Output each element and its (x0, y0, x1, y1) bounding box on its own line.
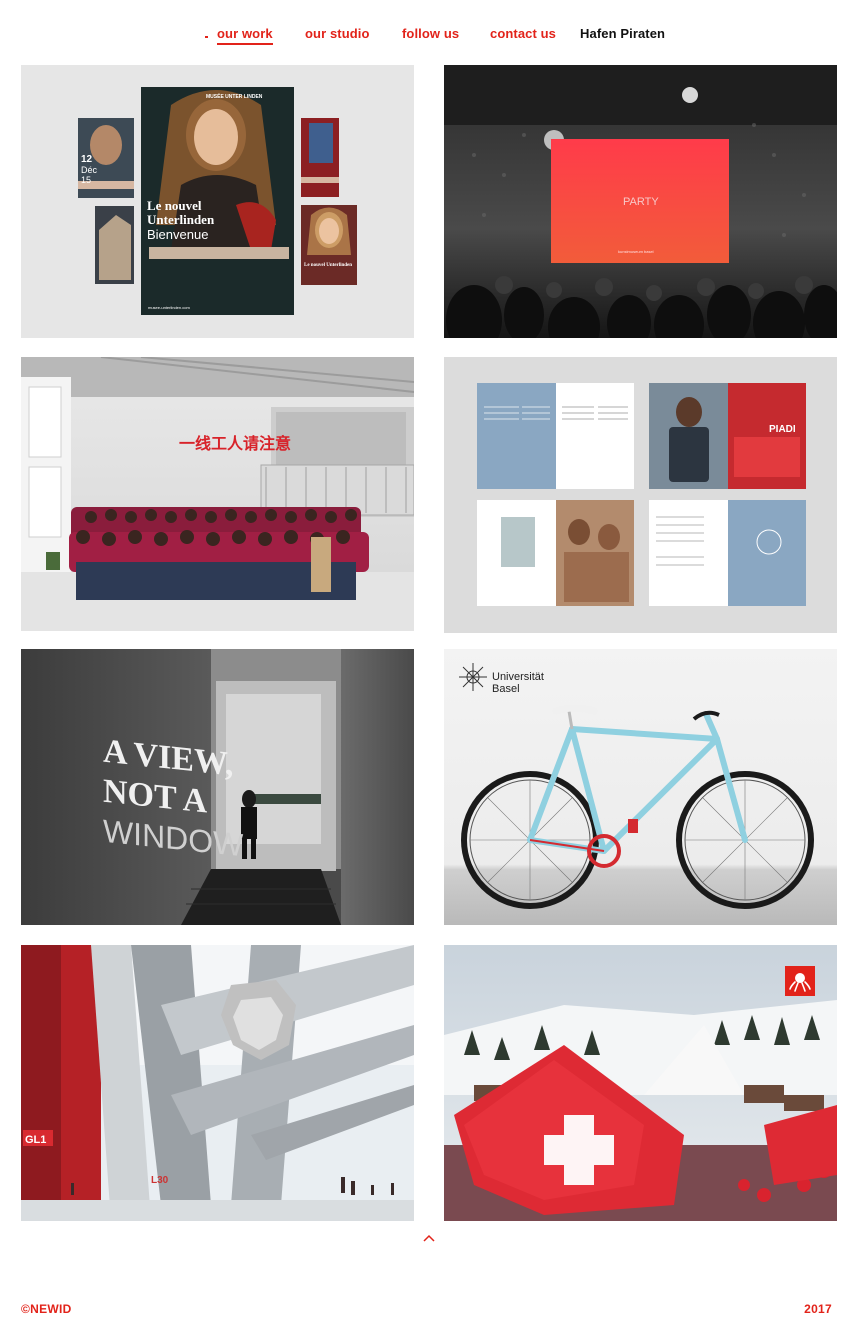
project-tile-kunstmuseum-party[interactable]: PARTY kunstmuseum basel (444, 65, 837, 338)
nav-our-studio[interactable]: our studio (305, 26, 370, 41)
university-logo-icon (459, 663, 487, 691)
university-logo-line-2: Basel (492, 683, 520, 695)
party-screen-text: PARTY (623, 196, 659, 208)
stadium-sign-1: GL1 (25, 1134, 46, 1146)
project-tile-ski-race[interactable] (444, 945, 837, 1221)
nav-follow-us[interactable]: follow us (402, 26, 459, 41)
chevron-up-icon (423, 1234, 435, 1242)
magazine-spreads-image: PIADI (444, 357, 837, 633)
nav-contact-us[interactable]: contact us (490, 26, 556, 41)
magazine-ad-text: PIADI (769, 424, 796, 435)
main-nav: our work our studio follow us contact us… (0, 22, 858, 50)
stadium-sign-2: L30 (151, 1175, 169, 1186)
ski-race-photo-image (444, 945, 837, 1221)
small-headline: Le nouvel Unterlinden (304, 263, 352, 268)
party-scene-image: PARTY kunstmuseum basel (444, 65, 837, 338)
project-tile-universitat-basel-bike[interactable]: Universität Basel (444, 649, 837, 925)
nav-hafen-piraten[interactable]: Hafen Piraten (580, 26, 665, 41)
poster-headline-1: Le nouvel (147, 198, 202, 213)
factory-photo-image: 一线工人请注意 (21, 357, 414, 631)
footer-copyright: ©NEWID (21, 1302, 72, 1316)
footer-year: 2017 (804, 1302, 832, 1316)
nav-our-work[interactable]: our work (217, 26, 273, 45)
nav-active-marker (205, 36, 208, 38)
bicycle-photo-image: Universität Basel (444, 649, 837, 925)
poster-url: musee-unterlinden.com (148, 305, 190, 310)
project-tile-stadium-architecture[interactable]: GL1 L30 (21, 945, 414, 1221)
museum-name: MUSÉE UNTER LINDEN (206, 92, 263, 100)
project-tile-a-view-not-a-window[interactable]: A VIEW, NOT A WINDOW (21, 649, 414, 925)
concrete-corridor-image: A VIEW, NOT A WINDOW (21, 649, 414, 925)
poster-subline: Bienvenue (147, 227, 208, 242)
scroll-to-top-button[interactable] (422, 1231, 436, 1243)
small-date-2: Déc (81, 165, 98, 175)
project-tile-magazine-spreads[interactable]: PIADI (444, 357, 837, 633)
stadium-photo-image: GL1 L30 (21, 945, 414, 1221)
party-screen-subtext: kunstmuseum basel (618, 249, 654, 254)
university-logo-line-1: Universität (492, 671, 544, 683)
small-date-1: 12 (81, 154, 93, 165)
small-date-3: 15 (81, 175, 91, 185)
poster-collage-image: 12 Déc 15 MUSÉE UNTER LINDEN Le nouvel U… (21, 65, 414, 338)
project-tile-musee-unterlinden[interactable]: 12 Déc 15 MUSÉE UNTER LINDEN Le nouvel U… (21, 65, 414, 338)
poster-headline-2: Unterlinden (147, 212, 215, 227)
project-tile-factory-workers[interactable]: 一线工人请注意 (21, 357, 414, 631)
factory-banner-text: 一线工人请注意 (179, 434, 291, 453)
